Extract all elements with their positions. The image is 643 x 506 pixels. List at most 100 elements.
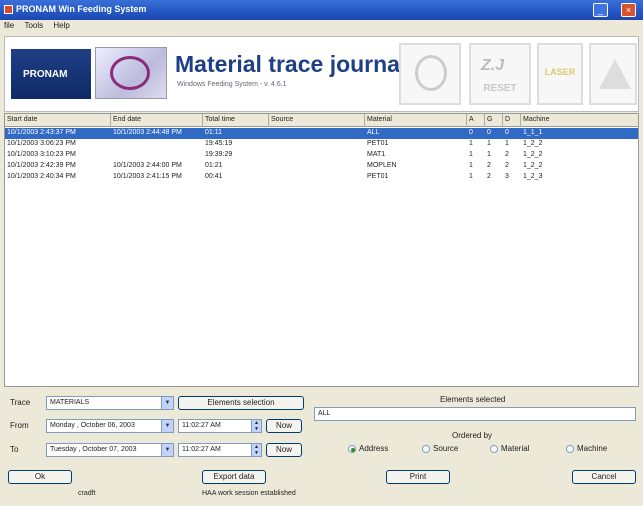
cell-material: PET01	[367, 173, 389, 180]
col-machine[interactable]: Machine	[521, 114, 638, 127]
reset-button[interactable]: Z.J RESET	[469, 43, 531, 105]
cell-source	[269, 139, 365, 150]
window-title: PRONAM Win Feeding System	[16, 4, 147, 14]
cell-start-date: 10/1/2003 2:40:34 PM	[7, 173, 76, 180]
radio-circle	[490, 445, 498, 453]
swirl-icon	[110, 56, 150, 90]
page-subtitle: Windows Feeding System - v. 4.6.1	[177, 81, 287, 88]
lock-icon	[415, 55, 447, 91]
radio-circle	[348, 445, 356, 453]
col-material[interactable]: Material	[365, 114, 467, 127]
from-date-picker[interactable]: Monday , October 06, 2003 ▼	[46, 419, 174, 433]
table-row[interactable]: 10/1/2003 3:06:23 PM 19:45:19 PET01 1 1 1 1_2_…	[5, 139, 638, 150]
cell-material: MOPLEN	[367, 162, 397, 169]
ordered-by-label: Ordered by	[452, 431, 493, 440]
cell-start-date: 10/1/2003 3:06:23 PM	[7, 140, 76, 147]
radio-material-label: Material	[501, 444, 530, 453]
cell-total-time: 01:11	[205, 129, 222, 136]
cell-a: 1	[469, 162, 473, 169]
print-button[interactable]: Print	[386, 470, 450, 484]
page-title: Material trace journal	[175, 51, 407, 77]
to-now-button[interactable]: Now	[266, 443, 302, 457]
radio-source[interactable]: Source	[422, 444, 482, 456]
cell-a: 1	[469, 151, 473, 158]
cancel-button[interactable]: Cancel	[572, 470, 636, 484]
cell-machine: 1_2_2	[523, 151, 543, 158]
cell-source	[269, 150, 365, 161]
app-icon	[4, 5, 13, 14]
radio-circle	[566, 445, 574, 453]
cell-source	[269, 161, 365, 172]
table-row[interactable]: 10/1/2003 2:42:39 PM 10/1/2003 2:44:00 PM…	[5, 161, 638, 172]
chevron-down-icon[interactable]: ▼	[161, 420, 173, 432]
radio-machine-label: Machine	[577, 444, 608, 453]
elements-selection-button[interactable]: Elements selection	[178, 396, 304, 410]
from-now-button[interactable]: Now	[266, 419, 302, 433]
col-source[interactable]: Source	[269, 114, 365, 127]
cell-d: 2	[505, 151, 509, 158]
laser-label: LASER	[544, 67, 576, 77]
col-end-date[interactable]: End date	[111, 114, 203, 127]
radio-material[interactable]: Material	[490, 444, 554, 456]
cell-end-date: 10/1/2003 2:41:15 PM	[113, 173, 182, 180]
elements-selected-field[interactable]: ALL	[314, 407, 636, 421]
menu-help[interactable]: Help	[49, 20, 73, 30]
menu-tools[interactable]: Tools	[20, 20, 47, 30]
radio-address-label: Address	[359, 444, 389, 453]
cell-a: 1	[469, 140, 473, 147]
spin-icon[interactable]: ▲ ▼	[251, 420, 261, 432]
cell-end-date	[111, 150, 203, 161]
chevron-down-icon[interactable]: ▼	[161, 444, 173, 456]
table-row[interactable]: 10/1/2003 2:40:34 PM 10/1/2003 2:41:15 PM…	[5, 172, 638, 183]
export-data-button[interactable]: Export data	[202, 470, 266, 484]
cell-end-date: 10/1/2003 2:44:48 PM	[113, 129, 182, 136]
ok-button[interactable]: Ok	[8, 470, 72, 484]
cell-d: 2	[505, 162, 509, 169]
radio-circle	[422, 445, 430, 453]
table-row[interactable]: 10/1/2003 3:10:23 PM 19:39:29 MAT1 1 1 2 1_2_2	[5, 150, 638, 161]
alarm-button[interactable]	[589, 43, 637, 105]
cell-g: 2	[487, 173, 491, 180]
spin-icon[interactable]: ▲ ▼	[251, 444, 261, 456]
status-message: HAA work session established	[202, 490, 296, 497]
radio-source-label: Source	[433, 444, 459, 453]
cell-g: 0	[487, 129, 491, 136]
col-start-date[interactable]: Start date	[5, 114, 111, 127]
cell-total-time: 00:41	[205, 173, 223, 180]
cell-machine: 1_2_3	[523, 173, 543, 180]
to-date-picker[interactable]: Tuesday , October 07, 2003 ▼	[46, 443, 174, 457]
cell-total-time: 01:21	[205, 162, 223, 169]
cell-start-date: 10/1/2003 3:10:23 PM	[7, 151, 76, 158]
laser-button[interactable]: LASER	[537, 43, 583, 105]
col-d[interactable]: D	[503, 114, 521, 127]
col-total-time[interactable]: Total time	[203, 114, 269, 127]
cell-material: ALL	[367, 129, 380, 136]
close-button[interactable]: ×	[621, 3, 636, 17]
to-time-picker[interactable]: 11:02:27 AM ▲ ▼	[178, 443, 262, 457]
trace-select-value: MATERIALS	[50, 399, 90, 406]
menu-bar: file Tools Help	[0, 20, 643, 32]
col-a[interactable]: A	[467, 114, 485, 127]
to-time-value: 11:02:27 AM	[182, 446, 221, 453]
pronam-logo: PRONAM	[11, 49, 91, 99]
cell-a: 1	[469, 173, 473, 180]
table-row[interactable]: 10/1/2003 2:43:37 PM 10/1/2003 2:44:48 PM…	[5, 128, 638, 139]
chevron-down-icon[interactable]: ▼	[161, 397, 173, 409]
status-user: cradft	[78, 490, 96, 497]
cell-g: 1	[487, 140, 491, 147]
cell-source	[269, 172, 365, 183]
minimize-button[interactable]: _	[593, 3, 608, 17]
col-g[interactable]: G	[485, 114, 503, 127]
radio-machine[interactable]: Machine	[566, 444, 632, 456]
trace-table: Start date End date Total time Source Ma…	[4, 113, 639, 387]
menu-file[interactable]: file	[0, 20, 18, 30]
reset-label: RESET	[483, 83, 517, 94]
header-banner: PRONAM Material trace journal Windows Fe…	[4, 36, 639, 112]
lock-button[interactable]	[399, 43, 461, 105]
from-time-picker[interactable]: 11:02:27 AM ▲ ▼	[178, 419, 262, 433]
to-label: To	[10, 445, 19, 454]
radio-address[interactable]: Address	[348, 444, 408, 456]
trace-select[interactable]: MATERIALS ▼	[46, 396, 174, 410]
cell-machine: 1_1_1	[523, 129, 543, 136]
reset-signature: Z.J	[481, 57, 505, 74]
